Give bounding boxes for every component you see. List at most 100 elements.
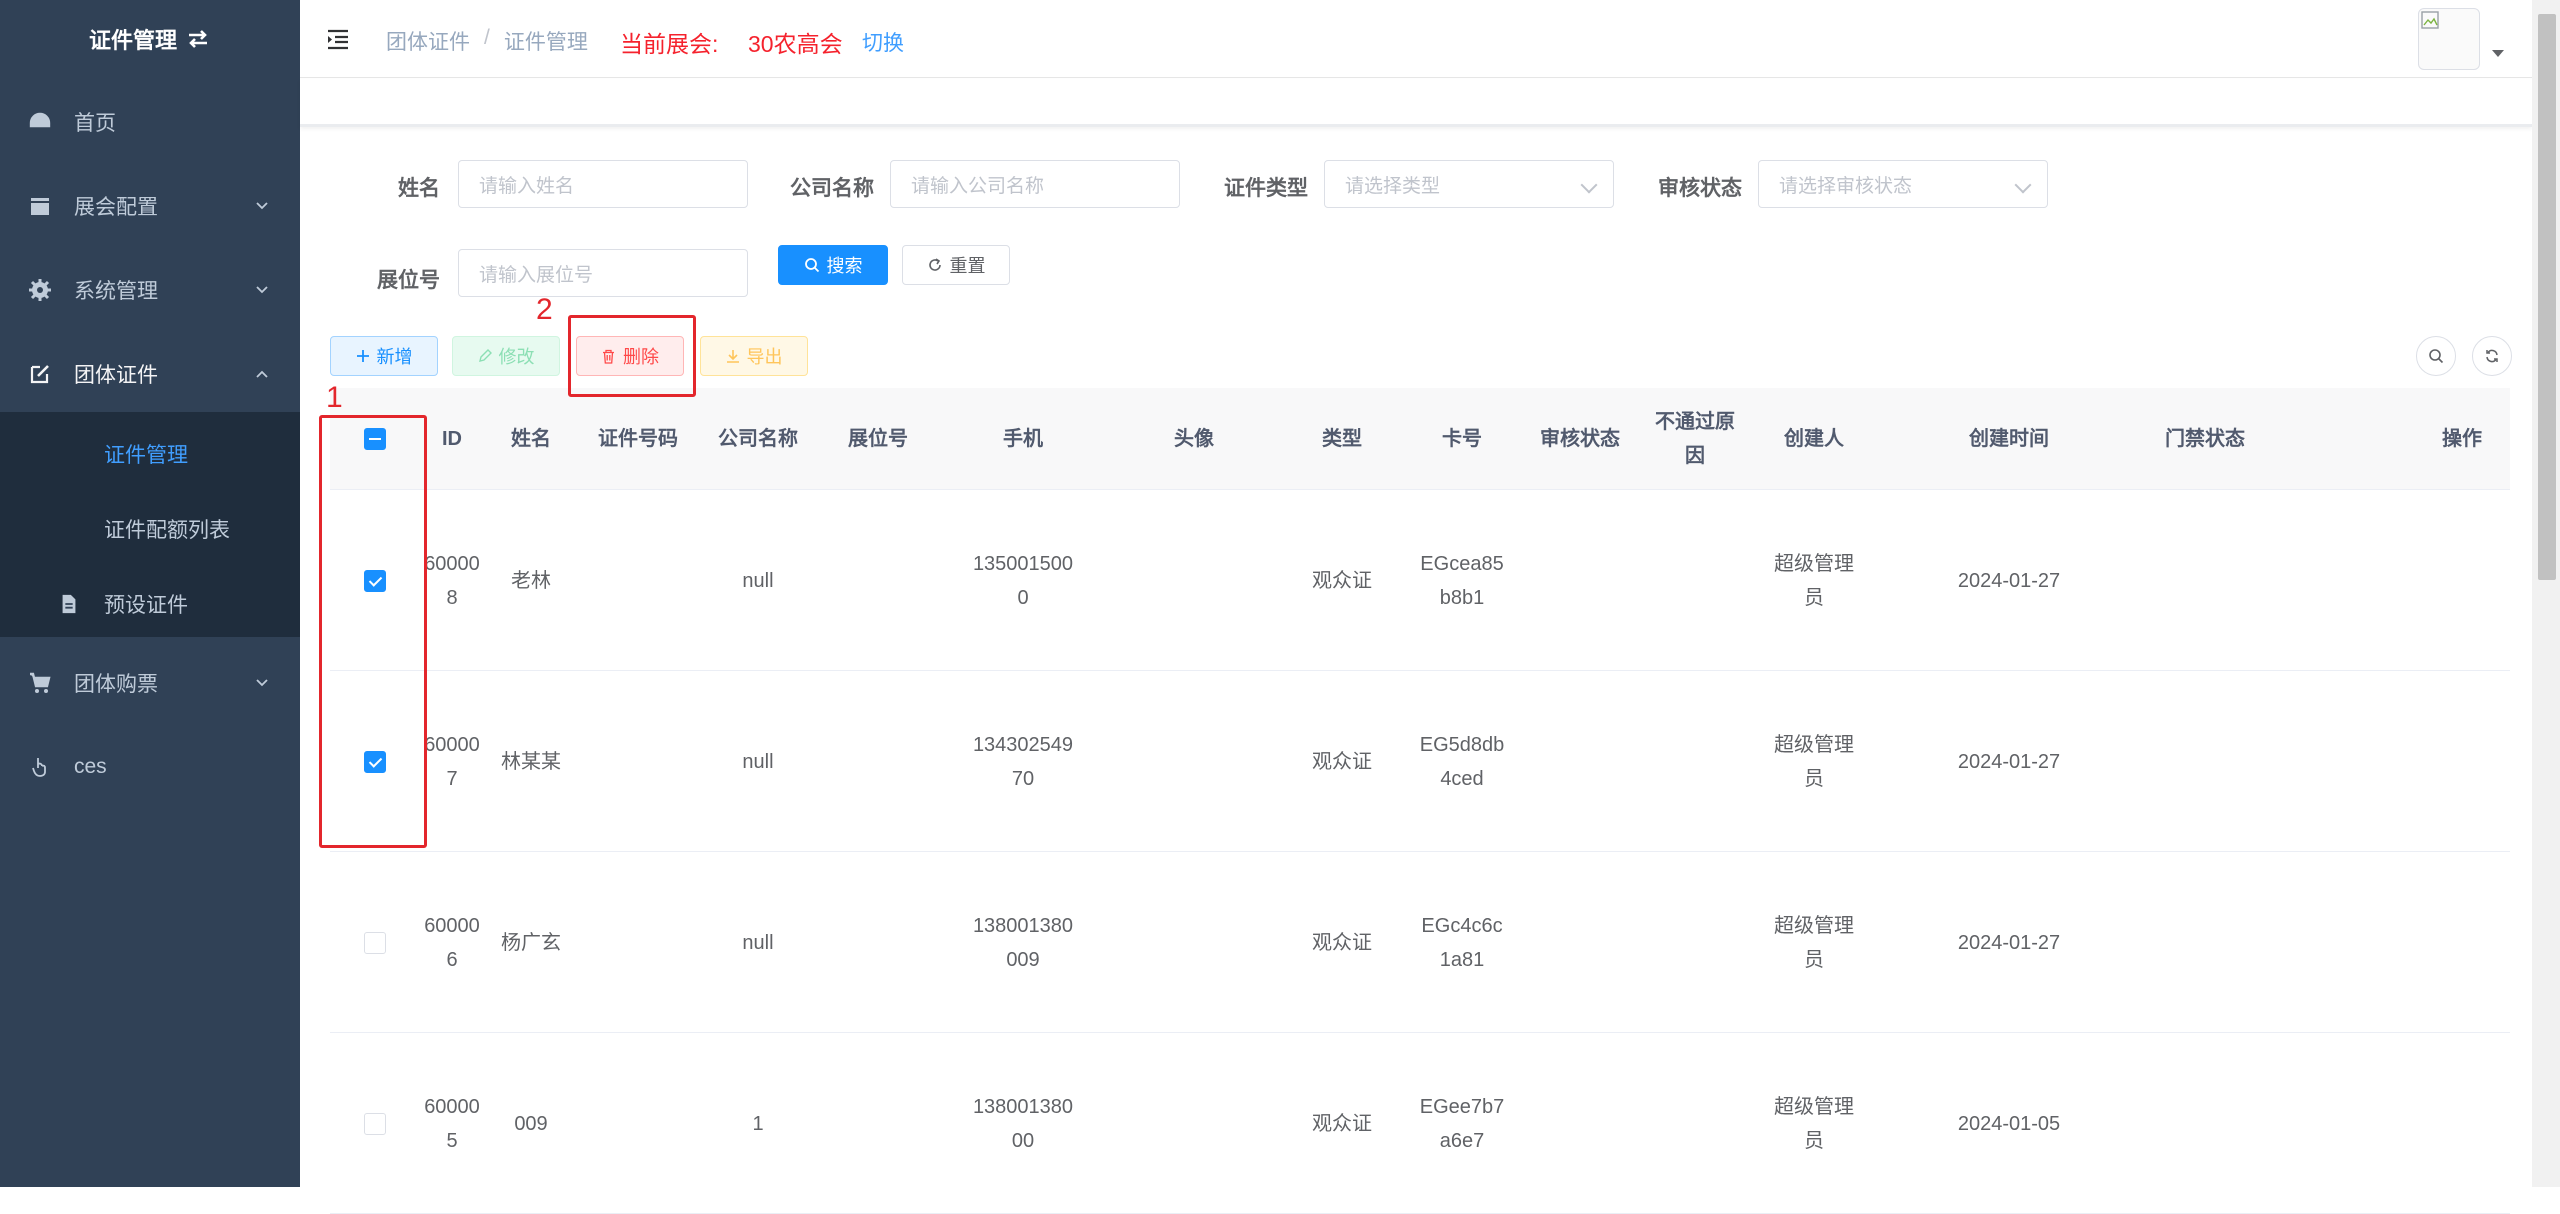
sidebar-item-label: 团体购票 <box>74 673 158 696</box>
broken-image-icon <box>2421 11 2439 29</box>
toggle-search-button[interactable] <box>2416 336 2456 376</box>
row-checkbox[interactable] <box>364 1112 386 1135</box>
refresh-table-button[interactable] <box>2472 336 2512 376</box>
cell-creator: 超级管理员 <box>1774 733 1854 790</box>
annotation-box-1 <box>319 415 427 848</box>
sidebar-item-label: 首页 <box>74 112 116 135</box>
booth-placeholder: 请输入展位号 <box>479 264 594 286</box>
audit-status-label: 审核状态 <box>1658 177 1742 200</box>
shopping-cart-icon <box>30 672 51 693</box>
sidebar-subitem-cert-manage[interactable]: 证件管理 <box>0 416 300 491</box>
caret-down-icon[interactable] <box>2492 50 2504 57</box>
switch-expo-link[interactable]: 切换 <box>862 27 904 57</box>
name-input[interactable]: 请输入姓名 <box>458 160 748 208</box>
table-row[interactable]: 600008 老林 null 1350015000 观众证 EGcea85b8b1 超级管理… <box>330 490 2510 671</box>
scrollbar-thumb[interactable] <box>2538 14 2556 580</box>
cert-type-select[interactable]: 请选择类型 <box>1324 160 1614 208</box>
cell-name: 老林 <box>511 569 551 592</box>
cell-type: 观众证 <box>1312 750 1372 773</box>
cell-card-no: EGc4c6c1a81 <box>1421 914 1503 971</box>
edit-icon <box>30 365 49 384</box>
header-name: 姓名 <box>511 428 551 450</box>
add-button[interactable]: 新增 <box>330 336 438 376</box>
refresh-icon <box>928 258 941 271</box>
cell-creator: 超级管理员 <box>1774 914 1854 971</box>
breadcrumb: 团体证件 / 证件管理 <box>386 26 588 56</box>
header-type: 类型 <box>1322 428 1362 450</box>
header-audit-status: 审核状态 <box>1540 428 1620 450</box>
reset-button[interactable]: 重置 <box>902 245 1010 285</box>
table-row[interactable]: 600007 林某某 null 13430254970 观众证 EG5d8db4ced 超级… <box>330 671 2510 852</box>
company-label: 公司名称 <box>790 177 874 200</box>
chevron-down-icon <box>1580 176 1598 194</box>
sidebar-item-ces[interactable]: ces <box>0 725 300 809</box>
edit-icon <box>478 349 492 362</box>
sidebar-subitem-label: 证件管理 <box>104 443 188 467</box>
cell-phone: 13430254970 <box>972 733 1074 790</box>
sidebar-subitem-preset-cert[interactable]: 预设证件 <box>0 566 300 641</box>
booth-input[interactable]: 请输入展位号 <box>458 249 748 297</box>
cert-type-placeholder: 请选择类型 <box>1345 175 1441 197</box>
export-button[interactable]: 导出 <box>700 336 808 376</box>
sidebar-logo[interactable]: 证件管理 <box>0 0 300 78</box>
cell-booth <box>818 852 938 1033</box>
cell-access-status <box>2140 490 2270 671</box>
header-actions: 操作 <box>2442 428 2482 450</box>
audit-status-select[interactable]: 请选择审核状态 <box>1758 160 2048 208</box>
gear-icon <box>29 279 51 301</box>
cell-audit-status <box>1520 852 1640 1033</box>
refresh-icon <box>2486 349 2498 363</box>
company-input[interactable]: 请输入公司名称 <box>890 160 1180 208</box>
sidebar-item-label: ces <box>74 755 107 778</box>
clapperboard-icon <box>31 198 49 215</box>
cell-reject-reason <box>1640 671 1750 852</box>
avatar[interactable] <box>2418 8 2480 70</box>
cell-booth <box>818 490 938 671</box>
sidebar-item-system[interactable]: 系统管理 <box>0 248 300 332</box>
breadcrumb-item[interactable]: 团体证件 <box>386 26 470 56</box>
cell-type: 观众证 <box>1312 569 1372 592</box>
cell-id-number <box>578 852 698 1033</box>
cell-card-no: EG5d8db4ced <box>1419 733 1505 790</box>
cell-type: 观众证 <box>1312 931 1372 954</box>
sidebar-item-home[interactable]: 首页 <box>0 80 300 164</box>
sidebar: 证件管理 首页 展会配置 系统管理 团体证件 证件管理 证件配额列表 预设证件 … <box>0 0 300 1187</box>
row-checkbox[interactable] <box>364 931 386 954</box>
export-button-label: 导出 <box>746 347 783 367</box>
breadcrumb-item-current: 证件管理 <box>503 31 588 54</box>
tags-view-bar <box>300 79 2532 127</box>
sidebar-subitem-label: 证件配额列表 <box>104 518 230 542</box>
header-phone: 手机 <box>1003 428 1043 450</box>
switch-arrows-icon <box>189 30 207 48</box>
cell-created-time: 2024-01-27 <box>1957 931 2061 954</box>
sidebar-item-expo-config[interactable]: 展会配置 <box>0 164 300 248</box>
edit-button[interactable]: 修改 <box>452 336 560 376</box>
header-id-number: 证件号码 <box>598 428 678 450</box>
chevron-down-icon <box>256 286 268 294</box>
page-scrollbar[interactable] <box>2532 0 2560 1187</box>
search-button[interactable]: 搜索 <box>778 245 888 285</box>
cell-id-number <box>578 671 698 852</box>
cell-created-time: 2024-01-27 <box>1957 750 2061 773</box>
table-row[interactable]: 600006 杨广玄 null 138001380009 观众证 EGc4c6c1a81 超… <box>330 852 2510 1033</box>
sidebar-item-group-cert[interactable]: 团体证件 <box>0 332 300 416</box>
navbar: 团体证件 / 证件管理 当前展会: 30农高会 切换 <box>300 0 2532 78</box>
cell-booth <box>818 671 938 852</box>
cell-reject-reason <box>1640 490 1750 671</box>
chevron-up-icon <box>256 370 268 378</box>
cell-audit-status <box>1520 671 1640 852</box>
table-header: ID 姓名 证件号码 公司名称 展位号 手机 头像 类型 卡号 审核状态 不通过… <box>330 388 2510 490</box>
hamburger-menu-icon[interactable] <box>326 27 350 51</box>
header-reject-reason: 不通过原因 <box>1655 411 1735 467</box>
header-created-time: 创建时间 <box>1969 428 2049 450</box>
edit-button-label: 修改 <box>498 347 535 367</box>
cell-reject-reason <box>1640 852 1750 1033</box>
header-access-status: 门禁状态 <box>2165 428 2245 450</box>
company-placeholder: 请输入公司名称 <box>911 175 1045 197</box>
sidebar-item-label: 系统管理 <box>74 280 158 303</box>
header-company: 公司名称 <box>718 428 798 450</box>
cell-avatar <box>1108 490 1280 671</box>
sidebar-item-label: 展会配置 <box>74 196 158 219</box>
sidebar-item-group-ticket[interactable]: 团体购票 <box>0 641 300 725</box>
sidebar-subitem-cert-quota[interactable]: 证件配额列表 <box>0 491 300 566</box>
